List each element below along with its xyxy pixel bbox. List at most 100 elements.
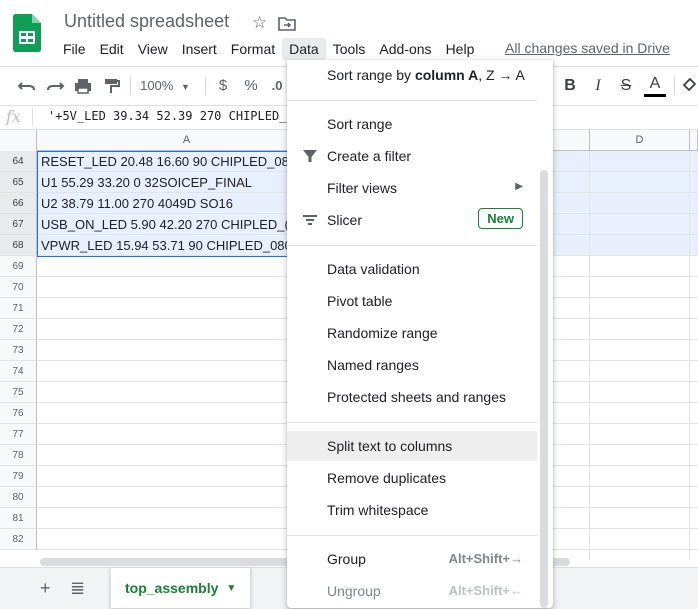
filter-views-label: Filter views (327, 180, 398, 196)
sort-range-label: Sort range (327, 116, 393, 132)
randomize-range-label: Randomize range (327, 325, 438, 341)
fx-icon: fx (6, 107, 21, 126)
text-color-button[interactable]: A (644, 74, 666, 97)
row-header[interactable]: 69 (0, 256, 37, 277)
decrease-decimal-button[interactable]: .0 (268, 74, 286, 98)
redo-icon[interactable] (44, 74, 66, 98)
menu-item-randomize-range[interactable]: Randomize range (287, 318, 537, 348)
menu-scrollbar[interactable] (540, 170, 548, 608)
menu-item-slicer[interactable]: Slicer New (287, 205, 537, 235)
row-header[interactable]: 65 (0, 172, 37, 193)
group-label: Group (327, 551, 366, 567)
menu-edit[interactable]: Edit (93, 38, 131, 60)
star-icon[interactable]: ☆ (252, 13, 267, 33)
ungroup-label: Ungroup (327, 583, 381, 599)
chevron-down-icon: ▼ (180, 82, 190, 92)
menu-item-named-ranges[interactable]: Named ranges (287, 350, 537, 380)
slicer-label: Slicer (327, 212, 363, 228)
remove-duplicates-label: Remove duplicates (327, 470, 447, 486)
menu-file[interactable]: File (56, 38, 93, 60)
cell-a[interactable]: USB_ON_LED 5.90 42.20 270 CHIPLED_( (41, 217, 289, 232)
sort-by-prefix: Sort range by (327, 67, 415, 83)
strikethrough-button[interactable]: S (616, 74, 636, 98)
row-header[interactable]: 64 (0, 151, 37, 172)
move-to-folder-icon[interactable] (278, 14, 296, 32)
chevron-down-icon[interactable]: ▼ (226, 583, 236, 594)
menu-help[interactable]: Help (439, 38, 482, 60)
print-icon[interactable] (72, 74, 94, 98)
menu-item-protected-sheets[interactable]: Protected sheets and ranges (287, 382, 537, 412)
row-header[interactable]: 72 (0, 319, 37, 340)
cell-a[interactable]: RESET_LED 20.48 16.60 90 CHIPLED_08 (41, 154, 289, 169)
new-badge: New (478, 208, 523, 229)
cell-a[interactable]: U1 55.29 33.20 0 32SOICEP_FINAL (41, 175, 252, 190)
google-sheets-logo-icon[interactable] (13, 14, 41, 52)
slicer-icon (303, 215, 317, 225)
menu-insert[interactable]: Insert (175, 38, 224, 60)
add-sheet-icon[interactable]: + (40, 576, 51, 600)
save-status-link[interactable]: All changes saved in Drive (505, 40, 670, 56)
row-header[interactable]: 79 (0, 466, 37, 487)
cell-a[interactable]: U2 38.79 11.00 270 4049D SO16 (41, 196, 233, 211)
sheet-tab-label: top_assembly (125, 580, 219, 596)
format-as-currency-button[interactable]: $ (214, 74, 232, 98)
group-shortcut: Alt+Shift+→ (448, 551, 523, 566)
menu-item-split-text-to-columns[interactable]: Split text to columns (287, 431, 537, 461)
row-header[interactable]: 71 (0, 298, 37, 319)
split-text-label: Split text to columns (327, 438, 453, 454)
data-validation-label: Data validation (327, 261, 420, 277)
menu-tools[interactable]: Tools (326, 38, 373, 60)
row-header[interactable]: 78 (0, 445, 37, 466)
row-header[interactable]: 82 (0, 529, 37, 550)
fill-color-icon[interactable] (680, 74, 698, 98)
column-header-d[interactable]: D (590, 130, 690, 151)
menu-item-sort-range[interactable]: Sort range (287, 109, 537, 139)
zoom-value: 100% (140, 78, 174, 93)
menu-item-remove-duplicates[interactable]: Remove duplicates (287, 463, 537, 493)
row-header[interactable]: 75 (0, 382, 37, 403)
row-header[interactable]: 76 (0, 403, 37, 424)
all-sheets-list-icon[interactable]: ≣ (70, 576, 85, 600)
sort-by-suffix: , Z → A (478, 67, 525, 83)
undo-icon[interactable] (16, 74, 38, 98)
document-title[interactable]: Untitled spreadsheet (64, 11, 229, 32)
format-as-percent-button[interactable]: % (242, 74, 260, 98)
menu-item-pivot-table[interactable]: Pivot table (287, 286, 537, 316)
row-header[interactable]: 74 (0, 361, 37, 382)
formula-input[interactable]: '+5V_LED 39.34 52.39 270 CHIPLED_0 (48, 109, 294, 123)
named-ranges-label: Named ranges (327, 357, 419, 373)
menu-view[interactable]: View (131, 38, 175, 60)
menu-item-trim-whitespace[interactable]: Trim whitespace (287, 495, 537, 525)
menu-item-filter-views[interactable]: Filter views ▶ (287, 173, 537, 203)
column-header-e[interactable] (690, 130, 698, 151)
sort-by-column: column A (414, 67, 479, 83)
cell-a[interactable]: VPWR_LED 15.94 53.71 90 CHIPLED_080 (41, 238, 292, 253)
menu-item-group[interactable]: Group Alt+Shift+→ (287, 544, 537, 574)
row-header[interactable]: 80 (0, 487, 37, 508)
trim-whitespace-label: Trim whitespace (327, 502, 429, 518)
ungroup-shortcut: Alt+Shift+← (448, 583, 523, 598)
menu-item-ungroup: Ungroup Alt+Shift+← (287, 576, 537, 606)
data-menu: Sort range by column A, Z → A Sort range… (287, 60, 553, 608)
row-header[interactable]: 81 (0, 508, 37, 529)
bold-button[interactable]: B (560, 74, 580, 98)
row-header[interactable]: 68 (0, 235, 37, 256)
pivot-table-label: Pivot table (327, 293, 393, 309)
sheet-tab-top-assembly[interactable]: top_assembly ▼ (110, 568, 252, 608)
submenu-arrow-icon: ▶ (515, 181, 523, 192)
menu-data[interactable]: Data (282, 38, 326, 60)
row-header[interactable]: 66 (0, 193, 37, 214)
menu-item-sort-range-by-column-z-a[interactable]: Sort range by column A, Z → A (287, 60, 537, 90)
menu-format[interactable]: Format (224, 38, 282, 60)
row-header[interactable]: 77 (0, 424, 37, 445)
row-header[interactable]: 73 (0, 340, 37, 361)
paint-format-icon[interactable] (100, 74, 122, 98)
zoom-select[interactable]: 100% ▼ (140, 74, 190, 98)
select-all-corner[interactable] (0, 130, 37, 152)
menu-item-data-validation[interactable]: Data validation (287, 254, 537, 284)
menu-add-ons[interactable]: Add-ons (372, 38, 438, 60)
italic-icon[interactable]: I (588, 74, 608, 98)
row-header[interactable]: 67 (0, 214, 37, 235)
menu-item-create-filter[interactable]: Create a filter (287, 141, 537, 171)
row-header[interactable]: 70 (0, 277, 37, 298)
